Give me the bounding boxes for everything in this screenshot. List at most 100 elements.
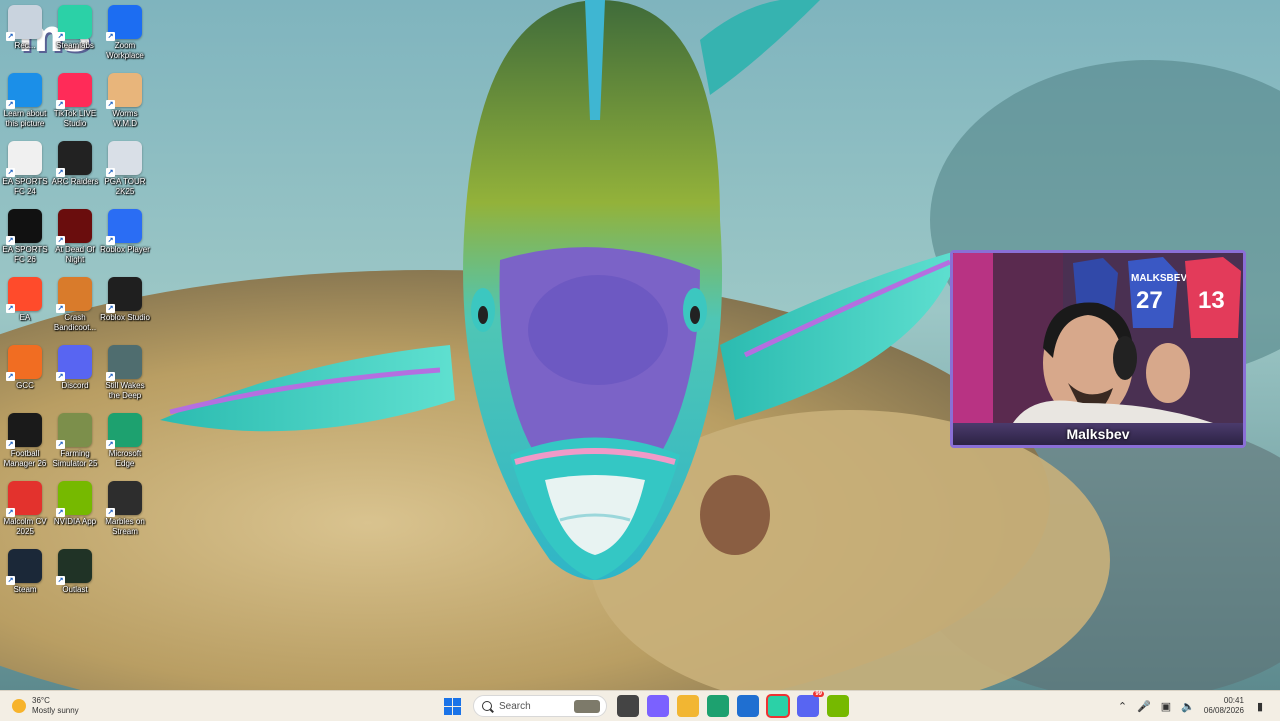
desktop-icon-label: Farming Simulator 25 [52, 449, 98, 468]
edge-taskbar-icon[interactable] [707, 695, 729, 717]
desktop-icon-label: Rec... [14, 41, 36, 50]
taskbar-apps: Search 99 [437, 691, 853, 719]
roblox-studio-icon: ↗ [106, 277, 142, 313]
desktop-icon-dead-of-night[interactable]: ↗ At Dead Of Night [50, 209, 100, 265]
network-icon[interactable]: ▣ [1161, 700, 1171, 713]
nvidia-taskbar-icon[interactable] [827, 695, 849, 717]
desktop-icon-label: Learn about this picture [3, 109, 47, 128]
desktop-icon-label: TikTok LIVE Studio [53, 109, 97, 128]
copilot-icon[interactable] [647, 695, 669, 717]
shortcut-arrow-icon: ↗ [6, 32, 15, 41]
shortcut-arrow-icon: ↗ [106, 100, 115, 109]
file-explorer-icon[interactable] [677, 695, 699, 717]
shortcut-arrow-icon: ↗ [56, 304, 65, 313]
desktop-icon-outlast[interactable]: ↗ Outlast [50, 549, 100, 595]
notification-icon[interactable]: ▮ [1257, 700, 1263, 713]
outlast-icon: ↗ [56, 549, 92, 585]
clock-time: 00:41 [1223, 696, 1244, 705]
desktop-icon-edge[interactable]: ↗ Microsoft Edge [100, 413, 150, 469]
windows-start-icon[interactable] [441, 695, 463, 717]
arc-raiders-icon: ↗ [56, 141, 92, 177]
desktop-icon-label: Steamlabs [56, 41, 94, 50]
desktop-icon-label: EA SPORTS FC 26 [2, 245, 48, 264]
discord-taskbar-icon[interactable]: 99 [797, 691, 824, 717]
fc24-icon: ↗ [6, 141, 42, 177]
desktop-icon-label: Worms W.M.D [112, 109, 138, 128]
search-icon [482, 701, 492, 711]
desktop-icon-farming-sim[interactable]: ↗ Farming Simulator 25 [50, 413, 100, 469]
desktop-icon-label: Crash Bandicoot... [53, 313, 97, 332]
taskbar-search[interactable]: Search [473, 695, 607, 717]
shortcut-arrow-icon: ↗ [6, 168, 15, 177]
edge-icon: ↗ [106, 413, 142, 449]
search-placeholder: Search [499, 700, 531, 712]
desktop-icon-ea[interactable]: ↗ EA [0, 277, 50, 323]
taskbar: 36°C Mostly sunny Search 99 ⌃ 🎤 ▣ 🔈 00:4… [0, 690, 1280, 721]
clock-date: 06/08/2026 [1203, 706, 1244, 715]
desktop-icon-fc24[interactable]: ↗ EA SPORTS FC 24 [0, 141, 50, 197]
shortcut-arrow-icon: ↗ [106, 304, 115, 313]
system-tray: ⌃ 🎤 ▣ 🔈 00:41 06/08/2026 ▮ [1113, 693, 1268, 719]
desktop-icon-steam[interactable]: ↗ Steam [0, 549, 50, 595]
jersey-name: MALKSBEV [1131, 273, 1187, 284]
ea-icon: ↗ [6, 277, 42, 313]
desktop-icon-label: Zoom Workplace [106, 41, 144, 60]
desktop-icon-gcc[interactable]: ↗ GCC [0, 345, 50, 391]
desktop-icon-recycle-bin[interactable]: ↗ Rec... [0, 5, 50, 51]
volume-icon[interactable]: 🔈 [1181, 700, 1195, 713]
shortcut-arrow-icon: ↗ [6, 440, 15, 449]
desktop-icon-discord[interactable]: ↗ Discord [50, 345, 100, 391]
weather-widget[interactable]: 36°C Mostly sunny [12, 694, 79, 718]
pga-tour-icon: ↗ [106, 141, 142, 177]
desktop-icon-still-wakes[interactable]: ↗ Still Wakes the Deep [100, 345, 150, 401]
weather-description: Mostly sunny [32, 706, 79, 715]
desktop-icon-label: EA SPORTS FC 24 [2, 177, 48, 196]
desktop-icon-fc26[interactable]: ↗ EA SPORTS FC 26 [0, 209, 50, 265]
farming-sim-icon: ↗ [56, 413, 92, 449]
shortcut-arrow-icon: ↗ [56, 100, 65, 109]
pdf-file-icon: ↗ [6, 481, 42, 517]
weather-temperature: 36°C [32, 696, 50, 705]
desktop-icon-label: Steam [13, 585, 37, 594]
marbles-icon: ↗ [106, 481, 142, 517]
desktop-icon-label: ARC Raiders [51, 177, 99, 186]
desktop-icon-worms[interactable]: ↗ Worms W.M.D [100, 73, 150, 129]
shortcut-arrow-icon: ↗ [106, 236, 115, 245]
shortcut-arrow-icon: ↗ [6, 372, 15, 381]
desktop-icon-label: NVIDIA App [53, 517, 97, 526]
shortcut-arrow-icon: ↗ [56, 508, 65, 517]
desktop-icon-roblox-studio[interactable]: ↗ Roblox Studio [100, 277, 150, 323]
task-view-icon[interactable] [617, 695, 639, 717]
chevron-up-icon[interactable]: ⌃ [1118, 700, 1127, 713]
desktop-icon-nvidia[interactable]: ↗ NVIDIA App [50, 481, 100, 527]
discord-icon: ↗ [56, 345, 92, 381]
desktop-icon-pga-tour[interactable]: ↗ PGA TOUR 2K25 [100, 141, 150, 197]
shortcut-arrow-icon: ↗ [6, 304, 15, 313]
learn-picture-icon: ↗ [6, 73, 42, 109]
desktop-icon-roblox-player[interactable]: ↗ Roblox Player [100, 209, 150, 255]
desktop-icon-marbles[interactable]: ↗ Marbles on Stream [100, 481, 150, 537]
desktop-icon-label: At Dead Of Night [55, 245, 95, 264]
desktop-icon-football-manager[interactable]: ↗ Football Manager 26 [0, 413, 50, 469]
shortcut-arrow-icon: ↗ [56, 440, 65, 449]
desktop-icon-arc-raiders[interactable]: ↗ ARC Raiders [50, 141, 100, 187]
streamlabs-taskbar-icon[interactable] [766, 694, 790, 718]
webcam-username: Malksbev [953, 423, 1243, 445]
shortcut-arrow-icon: ↗ [106, 168, 115, 177]
zoom-icon: ↗ [106, 5, 142, 41]
jersey-number-2: 13 [1198, 287, 1225, 314]
desktop-icon-tiktok[interactable]: ↗ TikTok LIVE Studio [50, 73, 100, 129]
shortcut-arrow-icon: ↗ [56, 168, 65, 177]
dead-of-night-icon: ↗ [56, 209, 92, 245]
streamlabs-icon: ↗ [56, 5, 92, 41]
desktop-icon-label: GCC [16, 381, 34, 390]
desktop-icon-streamlabs[interactable]: ↗ Steamlabs [50, 5, 100, 51]
shortcut-arrow-icon: ↗ [56, 32, 65, 41]
desktop-icon-pdf-file[interactable]: ↗ Malcolm CV 2025 [0, 481, 50, 537]
desktop-icon-zoom[interactable]: ↗ Zoom Workplace [100, 5, 150, 61]
clock[interactable]: 00:41 06/08/2026 [1204, 696, 1244, 716]
microphone-icon[interactable]: 🎤 [1137, 700, 1151, 713]
desktop-icon-learn-picture[interactable]: ↗ Learn about this picture [0, 73, 50, 129]
desktop-icon-crash-bandicoot[interactable]: ↗ Crash Bandicoot... [50, 277, 100, 333]
app-installer-icon[interactable] [737, 695, 759, 717]
